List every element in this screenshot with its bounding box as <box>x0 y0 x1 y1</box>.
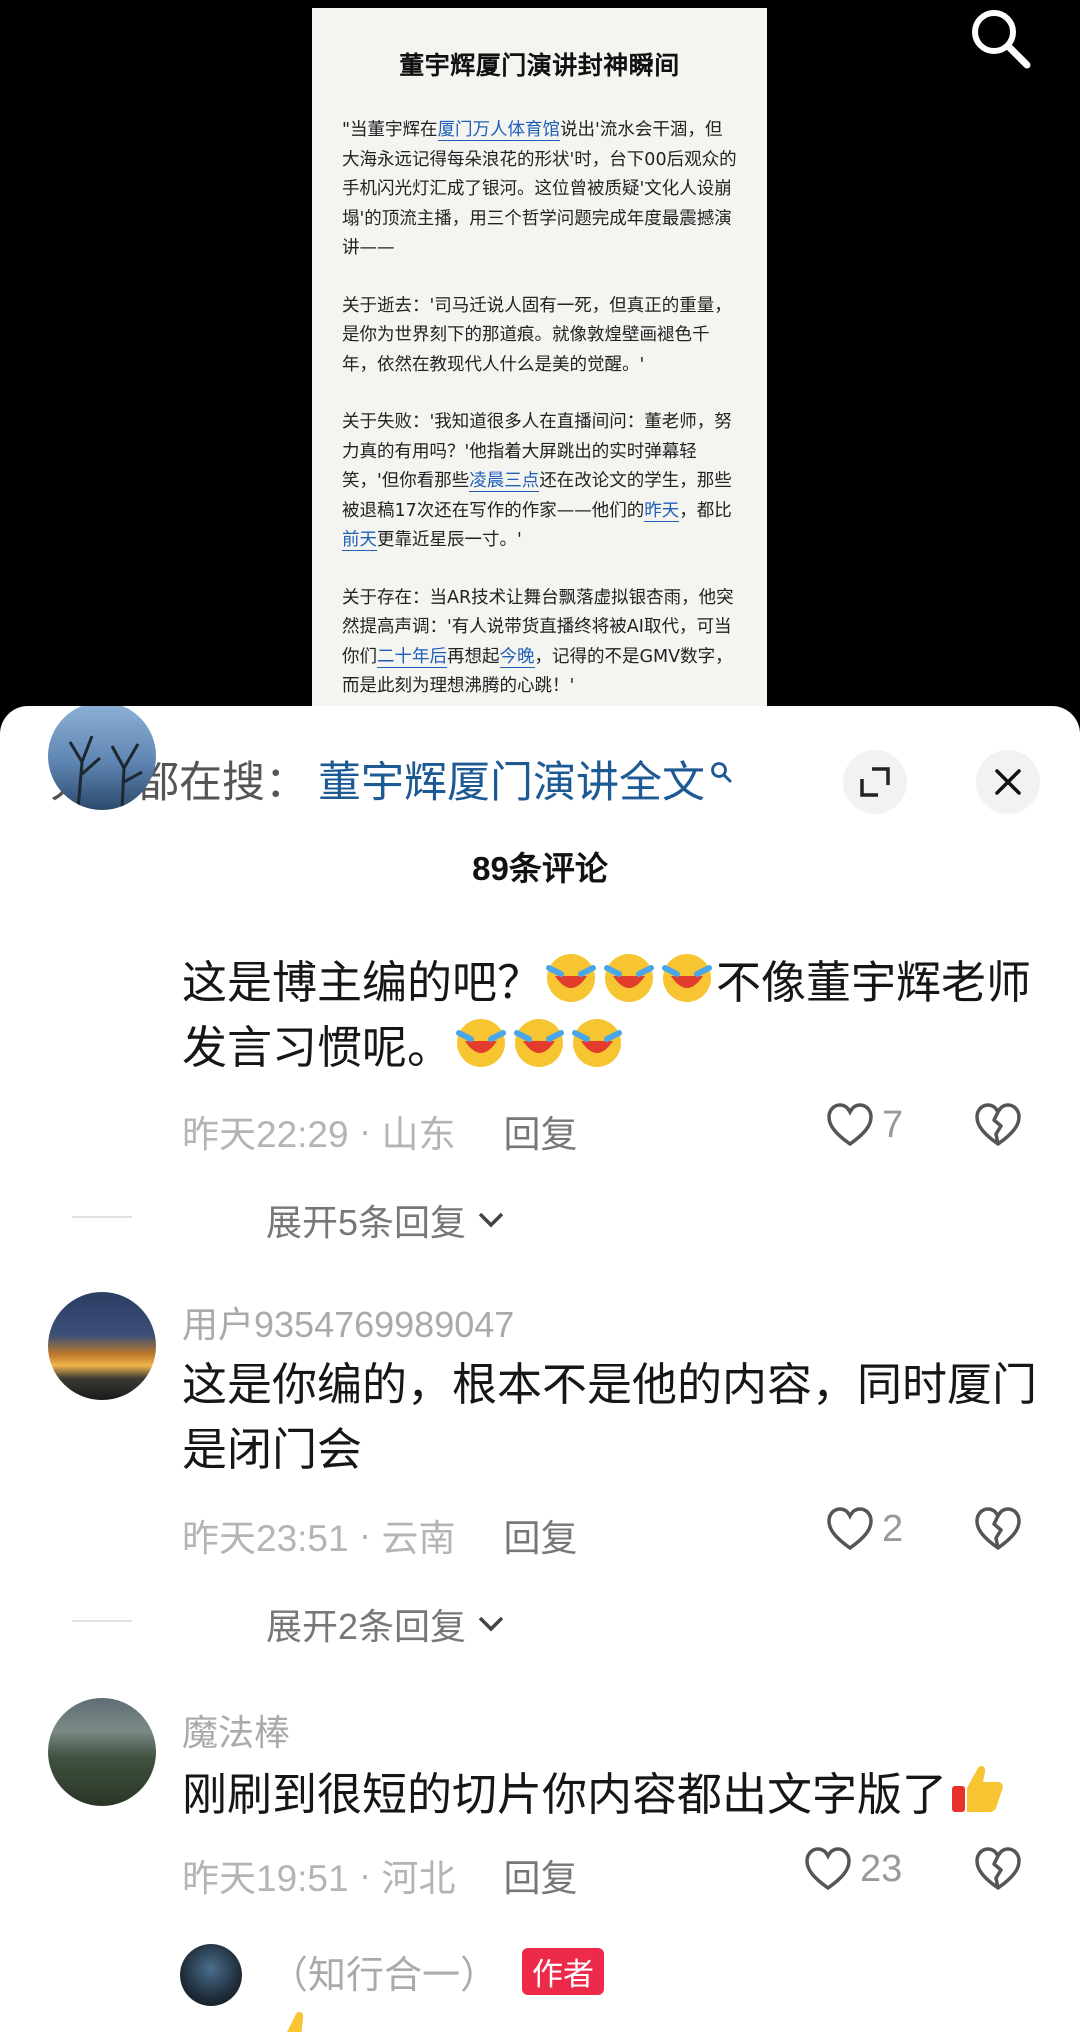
text-span: 再想起 <box>447 646 500 667</box>
text-span: 这是博主编的吧？ <box>182 957 543 1008</box>
reply-button[interactable]: 回复 <box>503 1848 577 1902</box>
comment-location: 河北 <box>381 1858 456 1899</box>
comment-text: 刚刷到很短的切片你内容都出文字版了 <box>182 1760 1042 1827</box>
close-button[interactable] <box>976 750 1040 814</box>
comment-text: 这是你编的，根本不是他的内容，同时厦门是闭门会 <box>182 1359 1038 1475</box>
search-small-icon <box>709 746 733 795</box>
heart-icon <box>827 1507 873 1551</box>
text-span: "当董宇辉在 <box>342 120 438 140</box>
expand-replies-label: 展开5条回复 <box>266 1202 467 1243</box>
article-link: 二十年后 <box>377 646 447 668</box>
heart-icon <box>827 1103 873 1147</box>
comment-time: 昨天22:29 <box>182 1114 349 1155</box>
text-span: 更靠近星辰一寸。' <box>377 530 522 550</box>
article-link: 厦门万人体育馆 <box>437 120 561 141</box>
chevron-down-icon <box>478 1616 504 1632</box>
broken-heart-icon <box>975 1103 1021 1146</box>
comment-panel: 大家都在搜： 董宇辉厦门演讲全文 89条评论 这是博主编的吧？ 不像董宇辉老师发言… <box>0 706 1080 2032</box>
avatar[interactable] <box>180 1944 242 2006</box>
username[interactable]: （知行合一） <box>270 1944 498 1999</box>
divider <box>72 1216 132 1218</box>
comment-meta: 昨天23:51 · 云南 回复 <box>182 1508 577 1562</box>
divider <box>72 1620 132 1622</box>
article-link: 今晚 <box>499 646 535 668</box>
article-paragraph: 关于失败：'我知道很多人在直播间问：董老师，努力真的有用吗？'他指着大屏跳出的实… <box>342 408 737 556</box>
meta-separator: · <box>348 1854 382 1895</box>
comment-time: 昨天19:51 <box>182 1858 349 1899</box>
like-count: 7 <box>882 1103 904 1146</box>
text-span: ，都比 <box>679 500 732 521</box>
article-title: 董宇辉厦门演讲封神瞬间 <box>399 51 680 80</box>
username[interactable]: 魔法棒 <box>182 1704 290 1756</box>
avatar[interactable] <box>48 706 156 810</box>
thumbs-up-emoji-partial <box>278 2008 318 2032</box>
tree-image <box>68 735 143 810</box>
avatar[interactable] <box>48 1292 156 1400</box>
like-count: 2 <box>882 1507 904 1550</box>
dislike-button[interactable] <box>974 1506 1022 1557</box>
article-image: 董宇辉厦门演讲封神瞬间 "当董宇辉在厦门万人体育馆说出'流水会干涸，但大海永远记… <box>312 8 767 720</box>
article-paragraph: "当董宇辉在厦门万人体育馆说出'流水会干涸，但大海永远记得每朵浪花的形状'时，台… <box>342 116 737 264</box>
reply-header: （知行合一） 作者 <box>270 1944 605 1999</box>
laughing-crying-emoji <box>542 954 716 1008</box>
username[interactable]: 用户9354769989047 <box>182 1296 514 1348</box>
broken-heart-icon <box>975 1507 1021 1550</box>
comment-text: 这是博主编的吧？ 不像董宇辉老师发言习惯呢。 <box>182 950 1042 1080</box>
search-button[interactable] <box>960 0 1040 76</box>
thumbs-up-emoji <box>947 1765 1007 1820</box>
like-count: 23 <box>860 1847 903 1890</box>
laughing-crying-emoji <box>452 1019 626 1073</box>
meta-separator: · <box>348 1110 382 1151</box>
article-link: 凌晨三点 <box>469 471 540 492</box>
meta-separator: · <box>348 1514 382 1555</box>
reply-button[interactable]: 回复 <box>503 1104 577 1158</box>
comment-count: 89条评论 <box>472 850 608 887</box>
text-span: 刚刷到很短的切片你内容都出文字版了 <box>182 1769 948 1820</box>
expand-icon <box>860 767 890 797</box>
comment-meta: 昨天22:29 · 山东 回复 <box>182 1104 577 1158</box>
heart-icon <box>805 1847 851 1891</box>
search-icon <box>972 10 1031 69</box>
dislike-button[interactable] <box>974 1102 1022 1153</box>
avatar[interactable] <box>48 1698 156 1806</box>
broken-heart-icon <box>975 1847 1021 1890</box>
fullscreen-button[interactable] <box>843 750 907 814</box>
video-area[interactable]: 董宇辉厦门演讲封神瞬间 "当董宇辉在厦门万人体育馆说出'流水会干涸，但大海永远记… <box>0 0 1080 720</box>
article-paragraph: 关于存在：当AR技术让舞台飘落虚拟银杏雨，他突然提高声调：'有人说带货直播终将被… <box>342 584 737 702</box>
hot-search-query[interactable]: 董宇辉厦门演讲全文 <box>318 748 705 810</box>
like-button[interactable]: 23 <box>804 1846 902 1892</box>
comment-location: 云南 <box>381 1518 456 1559</box>
like-button[interactable]: 7 <box>826 1102 903 1148</box>
expand-replies-button[interactable]: 展开2条回复 <box>72 1598 506 1650</box>
article-paragraph: 关于逝去：'司马迁说人固有一死，但真正的重量，是你为世界刻下的那道痕。就像敦煌壁… <box>342 295 732 375</box>
expand-replies-button[interactable]: 展开5条回复 <box>72 1194 506 1246</box>
chevron-down-icon <box>478 1212 504 1228</box>
comment-location: 山东 <box>381 1114 456 1155</box>
dislike-button[interactable] <box>974 1846 1022 1897</box>
close-icon <box>995 769 1021 795</box>
comment-meta: 昨天19:51 · 河北 回复 <box>182 1848 577 1902</box>
comment-time: 昨天23:51 <box>182 1518 349 1559</box>
author-badge: 作者 <box>522 1948 605 1995</box>
article-link: 昨天 <box>644 500 680 522</box>
like-button[interactable]: 2 <box>826 1506 903 1552</box>
expand-replies-label: 展开2条回复 <box>266 1606 467 1647</box>
reply-button[interactable]: 回复 <box>503 1508 577 1562</box>
article-link: 前天 <box>342 530 377 551</box>
